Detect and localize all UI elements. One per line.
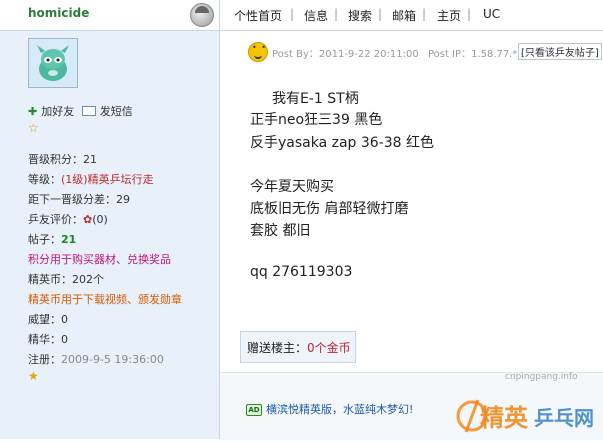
info-rating: 乒友评价：✿(0) xyxy=(28,213,108,226)
avatar[interactable] xyxy=(28,38,78,88)
nav-home[interactable]: 个性首页 xyxy=(234,7,282,24)
nav-homepage[interactable]: 主页 xyxy=(437,7,461,24)
post-line: 正手neo狂三39 黑色 xyxy=(250,112,383,128)
watermark-text-right: 乒乓网 xyxy=(534,406,594,430)
send-message-link[interactable]: 发短信 xyxy=(100,105,133,118)
sidebar-header: homicide xyxy=(0,0,219,31)
watermark-url: cnpingpang.info xyxy=(505,372,578,382)
nav-uc[interactable]: UC xyxy=(483,7,500,21)
info-essence: 精华：0 xyxy=(28,333,68,346)
add-friend-link[interactable]: 加好友 xyxy=(41,105,74,118)
nav-info[interactable]: 信息 xyxy=(304,7,328,24)
watermark-text-left: 精英 xyxy=(480,404,528,432)
info-register: 注册：2009-9-5 19:36:00 xyxy=(28,353,164,366)
ad-badge: AD xyxy=(246,404,262,416)
user-actions: ✚ 加好友 发短信 xyxy=(28,103,137,119)
post-by: Post By：2011-9-22 20:11:00 xyxy=(272,49,419,60)
top-nav: 个性首页 | 信息 | 搜索 | 邮箱 | 主页 | UC xyxy=(220,0,603,31)
smile-icon xyxy=(248,42,268,62)
flower-icon: ✿ xyxy=(83,213,93,226)
online-status-icon xyxy=(190,3,214,27)
post-line: qq 276119303 xyxy=(250,264,353,280)
post-line: 底板旧无伤 肩部轻微打磨 xyxy=(250,201,409,217)
post-line: 套胶 都旧 xyxy=(250,223,311,239)
post-line: 我有E-1 ST柄 xyxy=(272,91,359,107)
add-icon: ✚ xyxy=(28,105,38,118)
info-posts: 帖子：21 xyxy=(28,233,77,246)
nav-mailbox[interactable]: 邮箱 xyxy=(392,7,416,24)
info-level: 等级：(1级)精英乒坛行走 xyxy=(28,173,154,186)
post-ip: Post IP：1.58.77.* xyxy=(428,49,518,60)
info-prestige: 威望：0 xyxy=(28,313,68,326)
gift-coins-button[interactable]: 赠送楼主：0个金币 xyxy=(247,339,351,356)
username-link[interactable]: homicide xyxy=(28,6,89,20)
info-points-note[interactable]: 积分用于购买器材、兑换奖品 xyxy=(28,251,171,267)
badge-star-icon: ★ xyxy=(28,369,39,383)
mail-icon xyxy=(81,106,96,116)
post-line: 今年夏天购买 xyxy=(250,179,334,195)
gift-box: 赠送楼主：0个金币 xyxy=(240,331,356,363)
info-points: 晋级积分：21 xyxy=(28,153,97,166)
info-coins: 精英币：202个 xyxy=(28,273,104,286)
user-sidebar: homicide ✚ 加好友 发短信 ☆ 晋级积分：21 等级：(1级)精英乒坛行… xyxy=(0,0,220,439)
info-coins-note[interactable]: 精英币用于下载视频、颁发勋章 xyxy=(28,291,182,307)
nav-search[interactable]: 搜索 xyxy=(348,7,372,24)
post-line: 反手yasaka zap 36-38 红色 xyxy=(250,135,435,151)
site-watermark: 精英 乒乓网 xyxy=(452,382,603,439)
ad-link[interactable]: 横滨悦精英版，水蓝纯木梦幻! xyxy=(266,401,413,417)
info-next-level: 距下一晋级分差：29 xyxy=(28,193,130,206)
only-this-user-button[interactable]: [只看该乒友帖子] xyxy=(518,43,602,60)
rank-star-icon: ☆ xyxy=(28,121,39,135)
